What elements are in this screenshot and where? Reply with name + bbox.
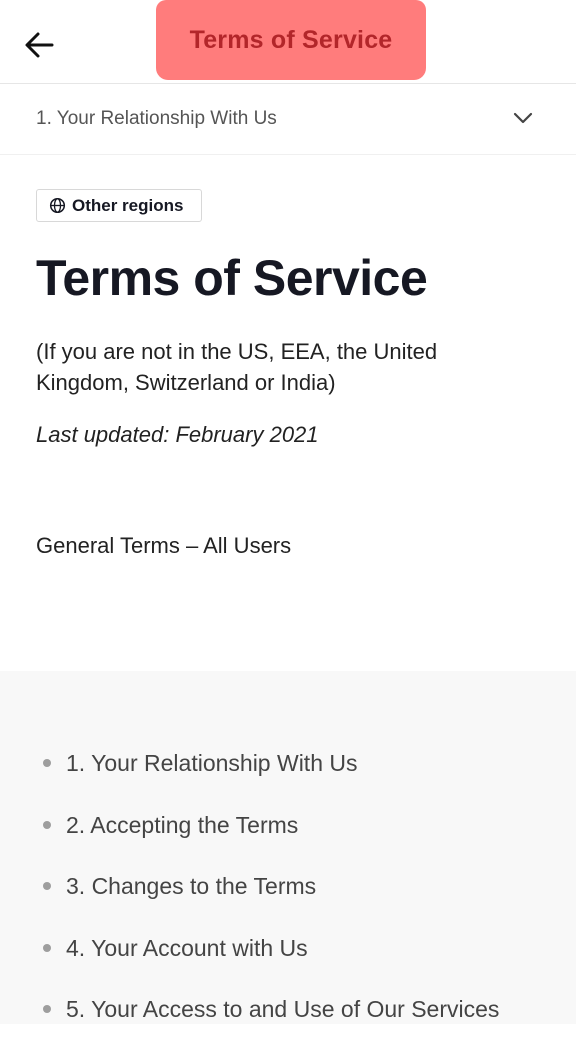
- table-of-contents: 1. Your Relationship With Us 2. Acceptin…: [0, 671, 576, 1024]
- toc-item-label[interactable]: 5. Your Access to and Use of Our Service…: [66, 996, 499, 1023]
- page-title-highlight: Terms of Service: [156, 0, 426, 80]
- bullet-icon: [43, 882, 51, 890]
- bullet-icon: [43, 820, 51, 829]
- toc-item-label[interactable]: 2. Accepting the Terms: [66, 812, 298, 839]
- bullet-icon: [43, 1005, 51, 1013]
- toc-item-label[interactable]: 4. Your Account with Us: [66, 935, 308, 962]
- globe-icon: [49, 197, 66, 214]
- other-regions-button[interactable]: Other regions: [36, 189, 202, 222]
- bullet-icon: [43, 943, 51, 952]
- section-label: General Terms – All Users: [36, 533, 292, 558]
- arrow-left-icon: [25, 32, 54, 58]
- region-note: (If you are not in the US, EEA, the Unit…: [36, 339, 438, 395]
- chevron-down-icon: [513, 112, 533, 124]
- section-dropdown-value: 1. Your Relationship With Us: [36, 108, 277, 129]
- toc-item-label[interactable]: 3. Changes to the Terms: [66, 873, 316, 900]
- last-updated: Last updated: February 2021: [36, 422, 319, 447]
- section-dropdown[interactable]: 1. Your Relationship With Us: [0, 84, 576, 155]
- back-button[interactable]: [22, 26, 60, 64]
- bullet-icon: [43, 759, 51, 767]
- top-bar: Terms of Service: [0, 0, 576, 84]
- toc-item-label[interactable]: 1. Your Relationship With Us: [66, 750, 358, 777]
- main-heading: Terms of Service: [36, 250, 428, 306]
- page-title: Terms of Service: [189, 25, 393, 54]
- other-regions-label: Other regions: [72, 195, 184, 215]
